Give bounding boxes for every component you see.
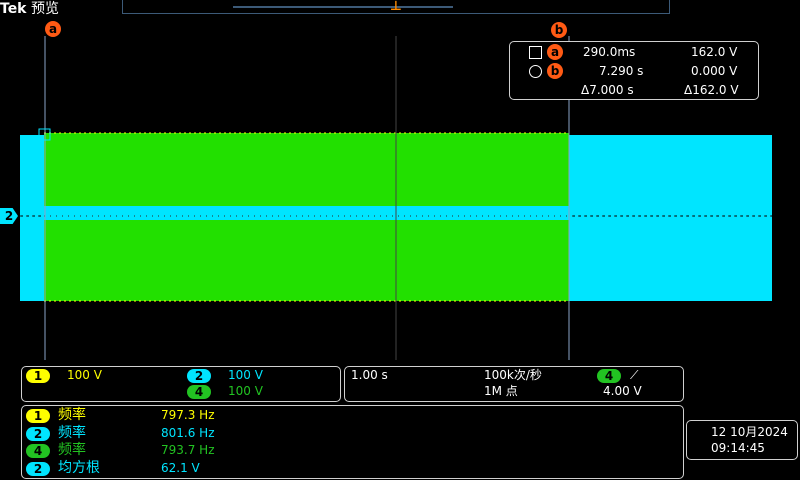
trigger-level: 4.00 V [603,384,642,398]
cursor-delta-value: Δ162.0 V [684,83,739,97]
meas4-value: 62.1 V [161,461,200,475]
brand: Tek 预览 [0,0,59,18]
ch2-badge[interactable]: 2 [187,369,211,383]
trigger-source-badge[interactable]: 4 [597,369,621,383]
ch1-badge[interactable]: 1 [26,369,50,383]
record-view-window [233,6,453,8]
ch2-level-marker[interactable]: 2 [0,208,18,224]
cursor-a-badge: a [547,44,563,60]
circle-icon [529,65,542,78]
clock-date: 12 10月2024 [711,425,788,439]
cursor-readout: a 290.0ms 162.0 V b 7.290 s 0.000 V Δ7.0… [509,41,759,100]
meas4-name: 均方根 [58,460,100,476]
mode-label: 预览 [30,1,59,17]
meas2-value: 801.6 Hz [161,426,215,440]
record-length: 1M 点 [484,384,518,398]
measurement-row[interactable]: 1 频率 797.3 Hz [26,408,326,424]
square-icon [529,46,542,59]
measurement-row[interactable]: 4 频率 793.7 Hz [26,443,326,459]
ch4-scale: 100 V [228,384,263,398]
meas1-value: 797.3 Hz [161,408,215,422]
ch2-scale: 100 V [228,368,263,382]
meas3-channel-badge: 4 [26,444,50,458]
cursor-delta-time: Δ7.000 s [581,83,634,97]
brand-name: Tek [0,1,27,17]
channel-scale-panel[interactable]: 1 100 V 2 100 V 4 100 V [21,366,341,402]
meas3-name: 频率 [58,442,86,458]
measurement-row[interactable]: 2 频率 801.6 Hz [26,426,326,442]
trigger-position-marker[interactable]: ⊥ [390,0,402,14]
cursor-b-tag[interactable]: b [551,22,567,38]
cursor-a-value: 162.0 V [691,45,738,59]
cursor-b-time: 7.290 s [599,64,644,78]
cursor-a-row: a 290.0ms 162.0 V [510,43,760,61]
cursor-b-row: b 7.290 s 0.000 V [510,62,760,80]
clock-panel[interactable]: 12 10月2024 09:14:45 [686,420,798,460]
ch4-badge[interactable]: 4 [187,385,211,399]
ch1-scale: 100 V [67,368,102,382]
meas3-value: 793.7 Hz [161,443,215,457]
trigger-slope-icon: ⟋ [630,368,639,382]
cursor-a-tag[interactable]: a [45,21,61,37]
meas2-channel-badge: 2 [26,427,50,441]
horizontal-trigger-panel[interactable]: 1.00 s 100k次/秒 1M 点 4 ⟋ 4.00 V [344,366,684,402]
cursor-delta-row: Δ7.000 s Δ162.0 V [510,81,760,99]
measurement-row[interactable]: 2 均方根 62.1 V [26,461,326,477]
timebase: 1.00 s [351,368,388,382]
sample-rate: 100k次/秒 [484,368,542,382]
cursor-b-badge: b [547,63,563,79]
cursor-a-time: 290.0ms [583,45,636,59]
measurement-panel[interactable]: 1 频率 797.3 Hz 2 频率 801.6 Hz 4 频率 793.7 H… [21,405,684,479]
clock-time: 09:14:45 [711,441,765,455]
cursor-b-value: 0.000 V [691,64,738,78]
meas1-channel-badge: 1 [26,409,50,423]
meas4-channel-badge: 2 [26,462,50,476]
ch4-gap [44,206,569,220]
meas2-name: 频率 [58,425,86,441]
meas1-name: 频率 [58,407,86,423]
